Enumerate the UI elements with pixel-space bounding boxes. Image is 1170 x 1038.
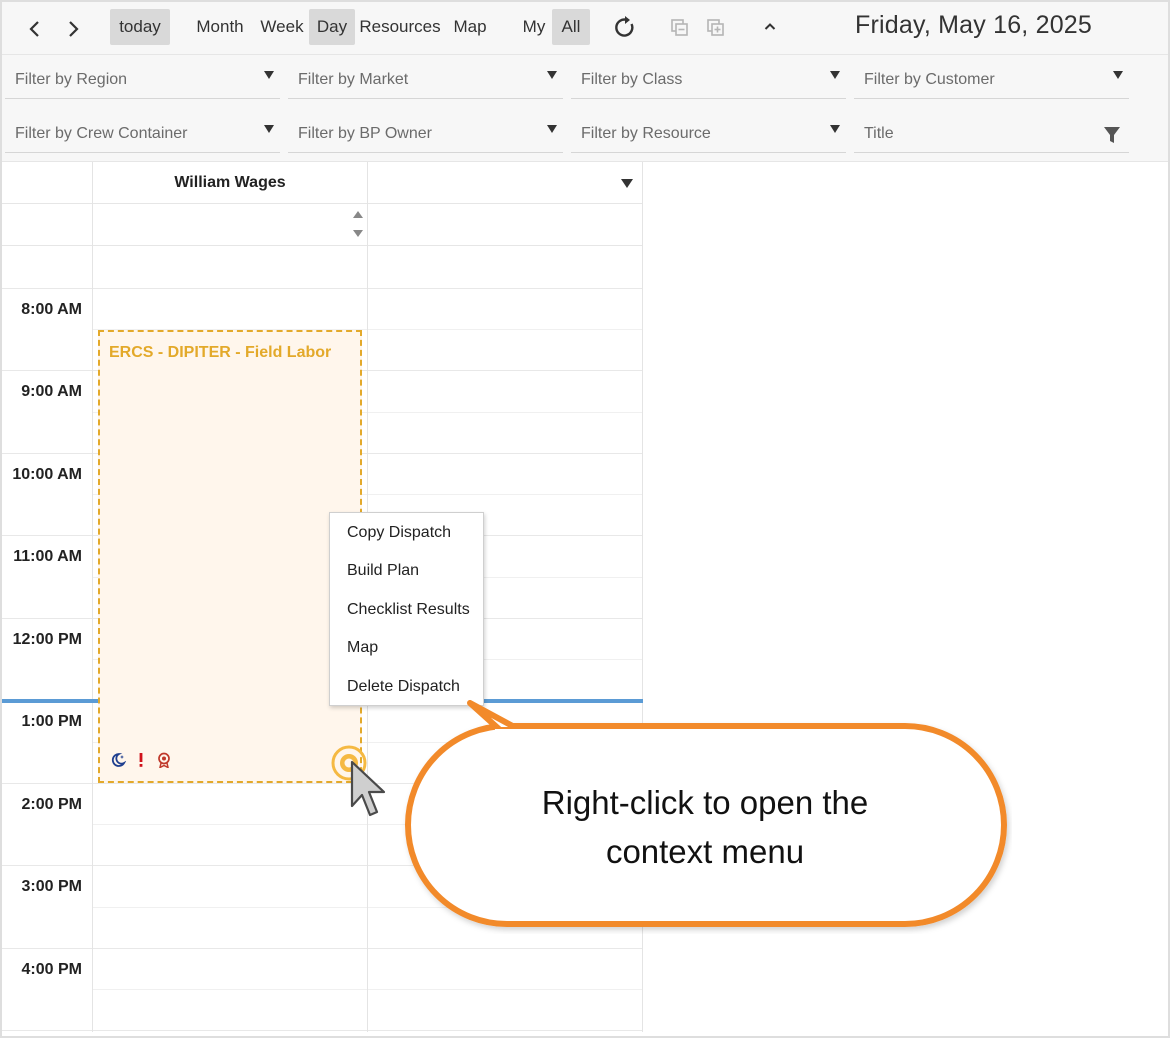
view-month-button[interactable]: Month	[192, 9, 248, 45]
scope-my-button[interactable]: My	[516, 9, 552, 45]
menu-item-copy-dispatch[interactable]: Copy Dispatch	[347, 524, 451, 542]
region-filter[interactable]: Filter by Region	[5, 55, 280, 99]
menu-item-checklist-results[interactable]: Checklist Results	[347, 601, 470, 619]
context-menu: Copy Dispatch Build Plan Checklist Resul…	[329, 512, 484, 706]
row-divider	[93, 989, 643, 990]
column-divider	[92, 162, 93, 1032]
prev-icon[interactable]	[24, 11, 46, 47]
time-label: 10:00 AM	[12, 466, 82, 483]
title-filter-input[interactable]: Title	[854, 109, 1129, 153]
view-map-button[interactable]: Map	[448, 9, 492, 45]
crew-container-filter-label: Filter by Crew Container	[15, 125, 188, 142]
callout-text: Right-click to open the context menu	[410, 778, 1000, 876]
funnel-icon[interactable]	[1103, 126, 1121, 149]
caret-down-icon	[547, 125, 557, 133]
exclamation-icon	[136, 752, 146, 773]
menu-item-map[interactable]: Map	[347, 639, 378, 657]
time-label: 2:00 PM	[21, 796, 82, 813]
collapse-all-icon[interactable]	[667, 9, 693, 45]
moon-star-icon	[110, 752, 127, 773]
dispatch-event[interactable]: ERCS - DIPITER - Field Labor	[98, 330, 362, 783]
all-day-row	[2, 204, 643, 246]
time-label: 12:00 PM	[12, 631, 82, 648]
region-filter-label: Filter by Region	[15, 71, 128, 88]
resource-dropdown-icon[interactable]	[621, 179, 633, 188]
resource-filter-label: Filter by Resource	[581, 125, 711, 142]
filter-bar: Filter by Region Filter by Market Filter…	[2, 55, 1168, 162]
market-filter-label: Filter by Market	[298, 71, 409, 88]
next-icon[interactable]	[62, 11, 84, 47]
customer-filter[interactable]: Filter by Customer	[854, 55, 1129, 99]
resource-header-row: William Wages	[2, 162, 643, 204]
time-label: 8:00 AM	[21, 301, 82, 318]
caret-down-icon	[830, 125, 840, 133]
view-day-button[interactable]: Day	[309, 9, 355, 45]
time-label: 9:00 AM	[21, 383, 82, 400]
customer-filter-label: Filter by Customer	[864, 71, 995, 88]
row-divider	[2, 948, 643, 949]
time-label: 11:00 AM	[13, 548, 82, 565]
title-filter-label: Title	[864, 125, 894, 142]
resource-filter[interactable]: Filter by Resource	[571, 109, 846, 153]
time-label: 4:00 PM	[21, 961, 82, 978]
scroll-updown-icon[interactable]	[351, 208, 365, 245]
menu-item-build-plan[interactable]: Build Plan	[347, 562, 419, 580]
event-title: ERCS - DIPITER - Field Labor	[109, 344, 332, 361]
caret-down-icon	[547, 71, 557, 79]
row-divider	[2, 288, 643, 289]
chevron-up-icon[interactable]	[758, 9, 782, 45]
toolbar: today Month Week Day Resources Map My Al…	[2, 2, 1168, 55]
bp-owner-filter-label: Filter by BP Owner	[298, 125, 432, 142]
time-label: 1:00 PM	[21, 713, 82, 730]
view-resources-button[interactable]: Resources	[359, 9, 441, 45]
callout-line-1: Right-click to open the	[541, 784, 869, 821]
expand-all-icon[interactable]	[703, 9, 729, 45]
caret-down-icon	[264, 125, 274, 133]
event-icons	[110, 752, 172, 773]
today-button[interactable]: today	[110, 9, 170, 45]
time-label: 3:00 PM	[21, 878, 82, 895]
crew-container-filter[interactable]: Filter by Crew Container	[5, 109, 280, 153]
award-icon	[156, 752, 172, 773]
caret-down-icon	[830, 71, 840, 79]
class-filter[interactable]: Filter by Class	[571, 55, 846, 99]
market-filter[interactable]: Filter by Market	[288, 55, 563, 99]
bp-owner-filter[interactable]: Filter by BP Owner	[288, 109, 563, 153]
caret-down-icon	[264, 71, 274, 79]
click-indicator-icon	[331, 745, 386, 817]
caret-down-icon	[1113, 71, 1123, 79]
class-filter-label: Filter by Class	[581, 71, 683, 88]
callout-line-2: context menu	[605, 833, 805, 870]
menu-item-delete-dispatch[interactable]: Delete Dispatch	[347, 678, 460, 696]
date-title: Friday, May 16, 2025	[855, 11, 1092, 39]
refresh-icon[interactable]	[610, 9, 640, 45]
view-week-button[interactable]: Week	[257, 9, 307, 45]
resource-name: William Wages	[174, 174, 286, 191]
scope-all-button[interactable]: All	[552, 9, 590, 45]
row-divider	[2, 1030, 643, 1031]
